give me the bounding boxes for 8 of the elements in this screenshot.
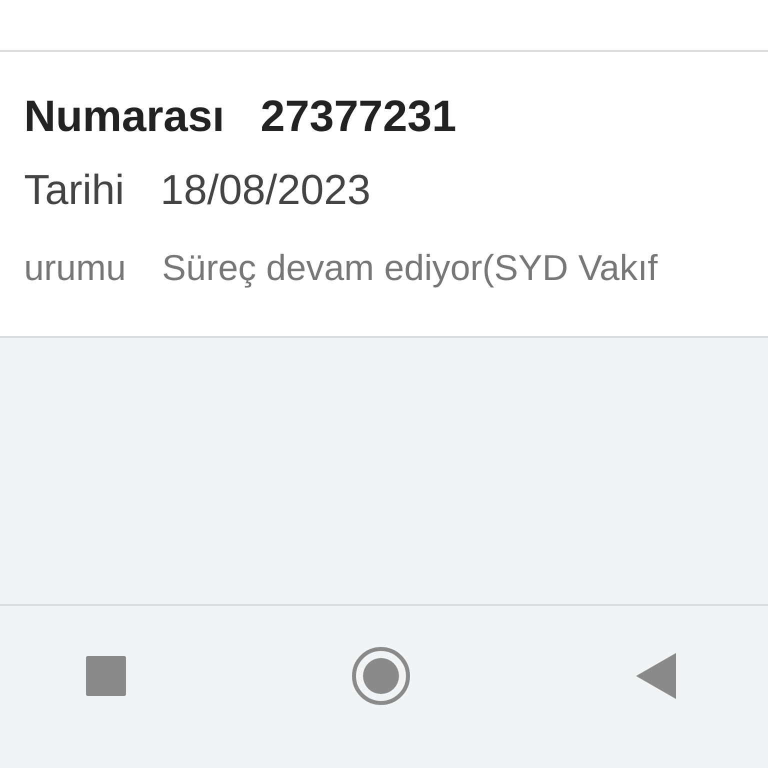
back-icon[interactable]: [636, 653, 676, 699]
record-status-label: urumu: [24, 246, 126, 290]
record-status-value: Süreç devam ediyor(SYD Vakıf: [162, 246, 658, 290]
record-date-value: 18/08/2023: [160, 165, 371, 215]
record-date-label: Tarihi: [24, 165, 124, 215]
record-number-label: Numarası: [24, 91, 225, 143]
home-icon[interactable]: [351, 646, 411, 706]
record-number-value: 27377231: [260, 91, 456, 143]
